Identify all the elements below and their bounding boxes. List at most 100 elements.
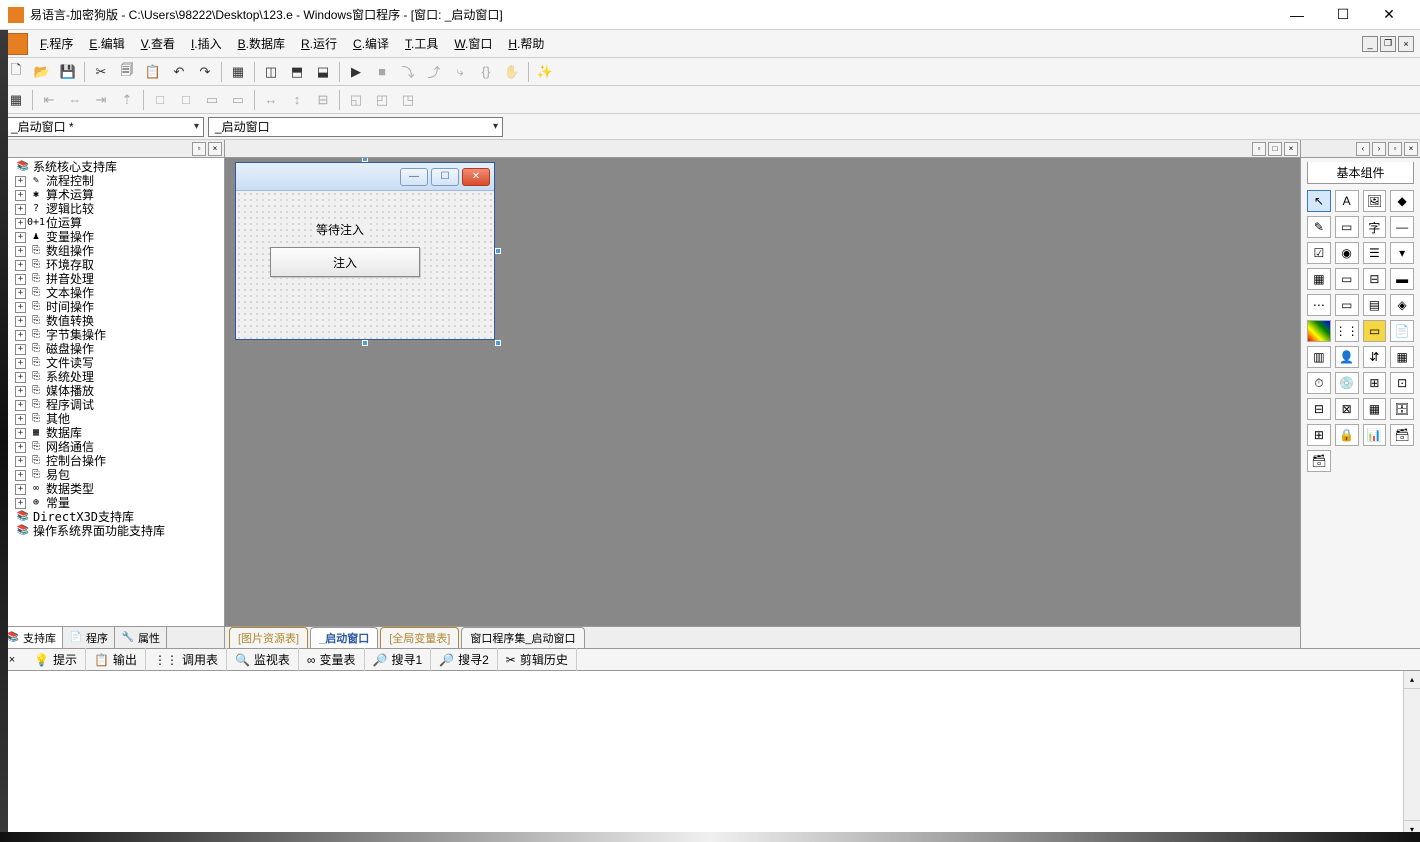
same-size-button[interactable]: ▭ (200, 89, 224, 111)
server-component-button[interactable]: ▦ (1363, 398, 1387, 420)
tab-component-button[interactable]: ▤ (1363, 294, 1387, 316)
open-file-button[interactable]: 📂 (30, 61, 54, 83)
tree-component-button[interactable]: ⋮⋮ (1335, 320, 1359, 342)
disk-component-button[interactable]: 💿 (1335, 372, 1359, 394)
hand-button[interactable]: ✋ (500, 61, 524, 83)
tree-item[interactable]: +⎘字节集操作 (2, 328, 222, 342)
tree-item[interactable]: +⎘数值转换 (2, 314, 222, 328)
menu-item[interactable]: R.运行 (293, 33, 345, 55)
menu-item[interactable]: W.窗口 (446, 33, 500, 55)
tree-item[interactable]: +⎘网络通信 (2, 440, 222, 454)
button-component-button[interactable]: ▭ (1335, 268, 1359, 290)
close-button[interactable]: ✕ (1366, 0, 1412, 30)
bottom-tab[interactable]: 🔎搜寻2 (431, 648, 498, 671)
tree-item[interactable]: +✎流程控制 (2, 174, 222, 188)
net-component-button[interactable]: ⊡ (1390, 372, 1414, 394)
resize-handle-top[interactable] (362, 158, 368, 162)
bottom-tab[interactable]: ⋮⋮调用表 (146, 648, 227, 671)
palette-component-button[interactable] (1307, 320, 1331, 342)
chart-component-button[interactable]: 📊 (1363, 424, 1387, 446)
menu-item[interactable]: E.编辑 (81, 33, 132, 55)
menu-item[interactable]: I.插入 (183, 33, 230, 55)
run-button[interactable]: ▶ (344, 61, 368, 83)
form-designer-canvas[interactable]: — ☐ ✕ 等待注入 注入 (235, 162, 495, 340)
form-design-area[interactable]: — ☐ ✕ 等待注入 注入 (225, 158, 1300, 626)
tree-item[interactable]: +∞数据类型 (2, 482, 222, 496)
center-h-button[interactable]: ⊟ (311, 89, 335, 111)
tree-item[interactable]: 📚系统核心支持库 (2, 160, 222, 174)
tree-item[interactable]: +♟变量操作 (2, 230, 222, 244)
char-component-button[interactable]: 字 (1363, 216, 1387, 238)
tree-item[interactable]: +⎘易包 (2, 468, 222, 482)
cut-button[interactable]: ✂ (89, 61, 113, 83)
memo-component-button[interactable]: ▭ (1335, 216, 1359, 238)
break-button[interactable]: {} (474, 61, 498, 83)
port-component-button[interactable]: ⊞ (1363, 372, 1387, 394)
tree-item[interactable]: 📚DirectX3D支持库 (2, 510, 222, 524)
tree-item[interactable]: +⎘其他 (2, 412, 222, 426)
tree-item[interactable]: +⎘文件读写 (2, 356, 222, 370)
image-component-button[interactable]: 🖼 (1363, 190, 1387, 212)
vertical-scrollbar[interactable] (1403, 671, 1420, 838)
output-area[interactable] (0, 671, 1420, 838)
step-out-button[interactable]: ⤷ (448, 61, 472, 83)
spacing-h-button[interactable]: ↔ (259, 89, 283, 111)
front-button[interactable]: ◱ (344, 89, 368, 111)
socket-component-button[interactable]: ⊟ (1307, 398, 1331, 420)
resize-handle-bottom[interactable] (362, 340, 368, 346)
panel-prev-button[interactable]: ‹ (1356, 142, 1370, 156)
tree-item[interactable]: +⊕常量 (2, 496, 222, 510)
dist-v-button[interactable]: □ (174, 89, 198, 111)
frame-component-button[interactable]: ◈ (1390, 294, 1414, 316)
pointer-tool-button[interactable]: ↖ (1307, 190, 1331, 212)
editor-tab[interactable]: [全局变量表] (380, 627, 459, 648)
align-left-button[interactable]: ⇤ (37, 89, 61, 111)
panel-component-button[interactable]: ▭ (1335, 294, 1359, 316)
minimize-button[interactable]: — (1274, 0, 1320, 30)
bottom-tab[interactable]: 📋输出 (86, 648, 146, 671)
dir-component-button[interactable]: ▭ (1363, 320, 1387, 342)
tree-item[interactable]: +⎘拼音处理 (2, 272, 222, 286)
resize-handle-right[interactable] (495, 248, 501, 254)
checkbox-component-button[interactable]: ☑ (1307, 242, 1331, 264)
tree-item[interactable]: +⎘文本操作 (2, 286, 222, 300)
panel-next-button[interactable]: › (1372, 142, 1386, 156)
step-button[interactable]: ⤵ (396, 61, 420, 83)
label-component-button[interactable]: A (1335, 190, 1359, 212)
client-component-button[interactable]: ⊠ (1335, 398, 1359, 420)
bottom-tab[interactable]: 💡提示 (26, 648, 86, 671)
tree-item[interactable]: +⎘环境存取 (2, 258, 222, 272)
edit-component-button[interactable]: ✎ (1307, 216, 1331, 238)
tree-item[interactable]: +?逻辑比较 (2, 202, 222, 216)
line-component-button[interactable]: — (1390, 216, 1414, 238)
tree-item[interactable]: +0+1位运算 (2, 216, 222, 230)
tree-item[interactable]: +⎘控制台操作 (2, 454, 222, 468)
panel-close-button[interactable]: × (208, 142, 222, 156)
panel-pin-button[interactable]: ▫ (192, 142, 206, 156)
view-button[interactable]: ▦ (226, 61, 250, 83)
bottom-tab[interactable]: 🔍监视表 (227, 648, 299, 671)
left-tab[interactable]: 📄程序 (63, 627, 115, 648)
align-top-button[interactable]: ⇡ (115, 89, 139, 111)
progress-component-button[interactable]: ▬ (1390, 268, 1414, 290)
bottom-tab[interactable]: 🔎搜寻1 (365, 648, 432, 671)
layout3-button[interactable]: ⬓ (311, 61, 335, 83)
slider-component-button[interactable]: ⊟ (1363, 268, 1387, 290)
dist-h-button[interactable]: □ (148, 89, 172, 111)
table-component-button[interactable]: ⊞ (1307, 424, 1331, 446)
bottom-tab[interactable]: ✂剪辑历史 (498, 648, 577, 671)
db-component-button[interactable]: 🗄 (1390, 398, 1414, 420)
object-selector-combo[interactable]: _启动窗口 * (4, 117, 204, 137)
panel-max-button[interactable]: □ (1268, 142, 1282, 156)
calendar-component-button[interactable]: ▦ (1390, 346, 1414, 368)
mdi-close-button[interactable]: × (1398, 36, 1414, 52)
tree-item[interactable]: +⎘数组操作 (2, 244, 222, 258)
bottom-tab[interactable]: ∞变量表 (299, 648, 365, 671)
order-button[interactable]: ◳ (396, 89, 420, 111)
align-right-button[interactable]: ⇥ (89, 89, 113, 111)
maximize-button[interactable]: ☐ (1320, 0, 1366, 30)
editor-tab[interactable]: [图片资源表] (229, 627, 308, 648)
lock-component-button[interactable]: 🔒 (1335, 424, 1359, 446)
step-over-button[interactable]: ⤴ (422, 61, 446, 83)
same-width-button[interactable]: ▭ (226, 89, 250, 111)
